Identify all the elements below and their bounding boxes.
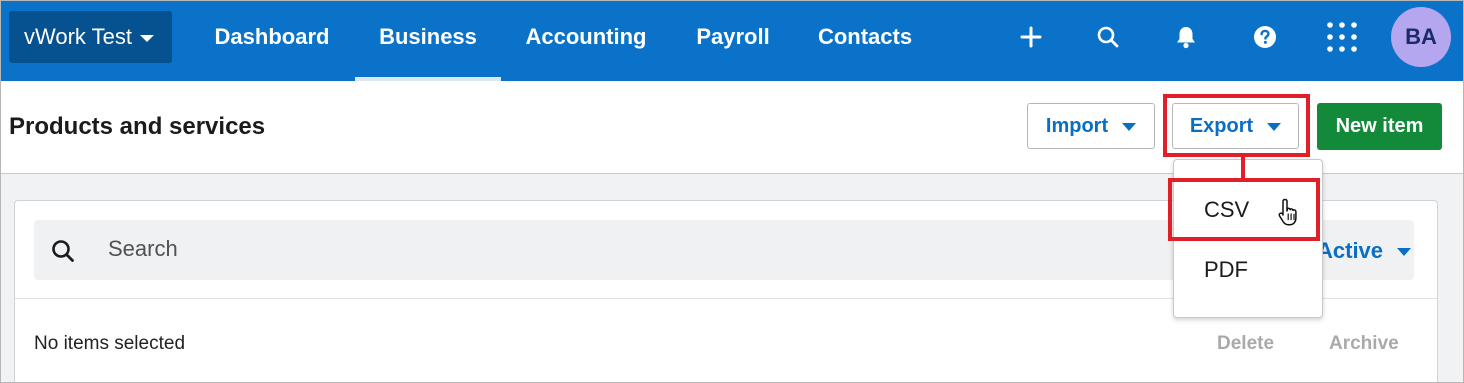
import-button-label: Import	[1045, 114, 1109, 137]
search-icon	[52, 240, 74, 262]
caret-down-icon	[1397, 248, 1412, 256]
user-avatar[interactable]: BA	[1391, 7, 1451, 67]
plus-icon[interactable]	[1011, 17, 1051, 57]
new-item-button[interactable]: New item	[1317, 103, 1442, 150]
caret-down-icon	[1122, 123, 1137, 131]
bell-icon[interactable]	[1166, 17, 1206, 57]
caret-down-icon	[140, 34, 154, 42]
org-name: vWork Test	[24, 24, 132, 49]
delete-button[interactable]: Delete	[1217, 333, 1274, 355]
nav-payroll[interactable]: Payroll	[683, 1, 783, 81]
import-button[interactable]: Import	[1027, 103, 1155, 149]
export-highlight-box	[1163, 94, 1310, 157]
nav-dashboard[interactable]: Dashboard	[199, 1, 345, 81]
nav-accounting[interactable]: Accounting	[511, 1, 661, 81]
csv-highlight-box	[1168, 178, 1320, 241]
status-filter-dropdown[interactable]: Active	[1317, 238, 1412, 264]
org-switcher[interactable]: vWork Test	[9, 11, 172, 63]
app-window: vWork Test Dashboard Business Accounting…	[0, 0, 1464, 383]
nav-contacts[interactable]: Contacts	[803, 1, 927, 81]
status-filter-label: Active	[1317, 238, 1384, 263]
page-title: Products and services	[9, 113, 266, 140]
highlight-connector	[1241, 156, 1245, 180]
app-grid-icon[interactable]	[1322, 17, 1362, 57]
nav-business[interactable]: Business	[355, 1, 501, 81]
export-pdf-option[interactable]: PDF	[1204, 257, 1248, 283]
help-icon[interactable]	[1245, 17, 1285, 57]
search-icon[interactable]	[1088, 17, 1128, 57]
selection-status: No items selected	[34, 333, 186, 354]
top-navigation-bar: vWork Test Dashboard Business Accounting…	[1, 1, 1463, 81]
archive-button[interactable]: Archive	[1329, 333, 1399, 355]
search-placeholder: Search	[108, 236, 178, 261]
